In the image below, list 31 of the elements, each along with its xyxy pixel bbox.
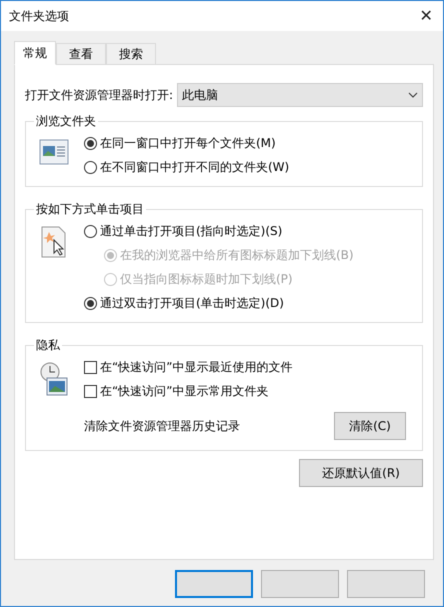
radio-button[interactable] xyxy=(84,224,97,238)
radio-button[interactable] xyxy=(84,136,97,150)
option-label: 通过单击打开项目(指向时选定)(S) xyxy=(100,222,282,240)
window-icon xyxy=(39,138,69,166)
restore-defaults-button[interactable]: 还原默认值(R) xyxy=(299,459,423,487)
clear-history-label: 清除文件资源管理器历史记录 xyxy=(84,418,240,434)
group-title: 隐私 xyxy=(34,337,62,354)
checkbox[interactable] xyxy=(84,360,97,374)
document-pointer-icon xyxy=(41,226,67,258)
chevron-down-icon xyxy=(408,92,418,98)
option-label: 在不同窗口中打开不同的文件夹(W) xyxy=(100,158,290,176)
option-label: 仅当指向图标标题时加下划线(P) xyxy=(120,270,293,288)
radio-button[interactable] xyxy=(84,296,97,310)
tab[interactable]: 搜索 xyxy=(106,43,156,64)
radio-button[interactable] xyxy=(84,160,97,174)
dialog-button[interactable] xyxy=(175,570,253,598)
clock-document-icon xyxy=(39,362,69,396)
option-label: 在我的浏览器中给所有图标标题加下划线(B) xyxy=(120,246,354,264)
tab[interactable]: 常规 xyxy=(14,41,56,65)
checkbox[interactable] xyxy=(84,384,97,398)
option-label: 在同一窗口中打开每个文件夹(M) xyxy=(100,134,276,152)
option-label: 在“快速访问”中显示最近使用的文件 xyxy=(100,358,292,376)
group-title: 浏览文件夹 xyxy=(34,113,98,130)
window-title: 文件夹选项 xyxy=(9,8,69,24)
group-title: 按如下方式单击项目 xyxy=(34,201,146,218)
field-label: 打开文件资源管理器时打开: xyxy=(25,86,174,104)
clear-button[interactable]: 清除(C) xyxy=(334,412,406,440)
option-label: 在“快速访问”中显示常用文件夹 xyxy=(100,382,268,400)
dropdown[interactable]: 此电脑 xyxy=(177,83,423,107)
option-label: 通过双击打开项目(单击时选定)(D) xyxy=(100,294,284,312)
tab[interactable]: 查看 xyxy=(56,43,106,64)
